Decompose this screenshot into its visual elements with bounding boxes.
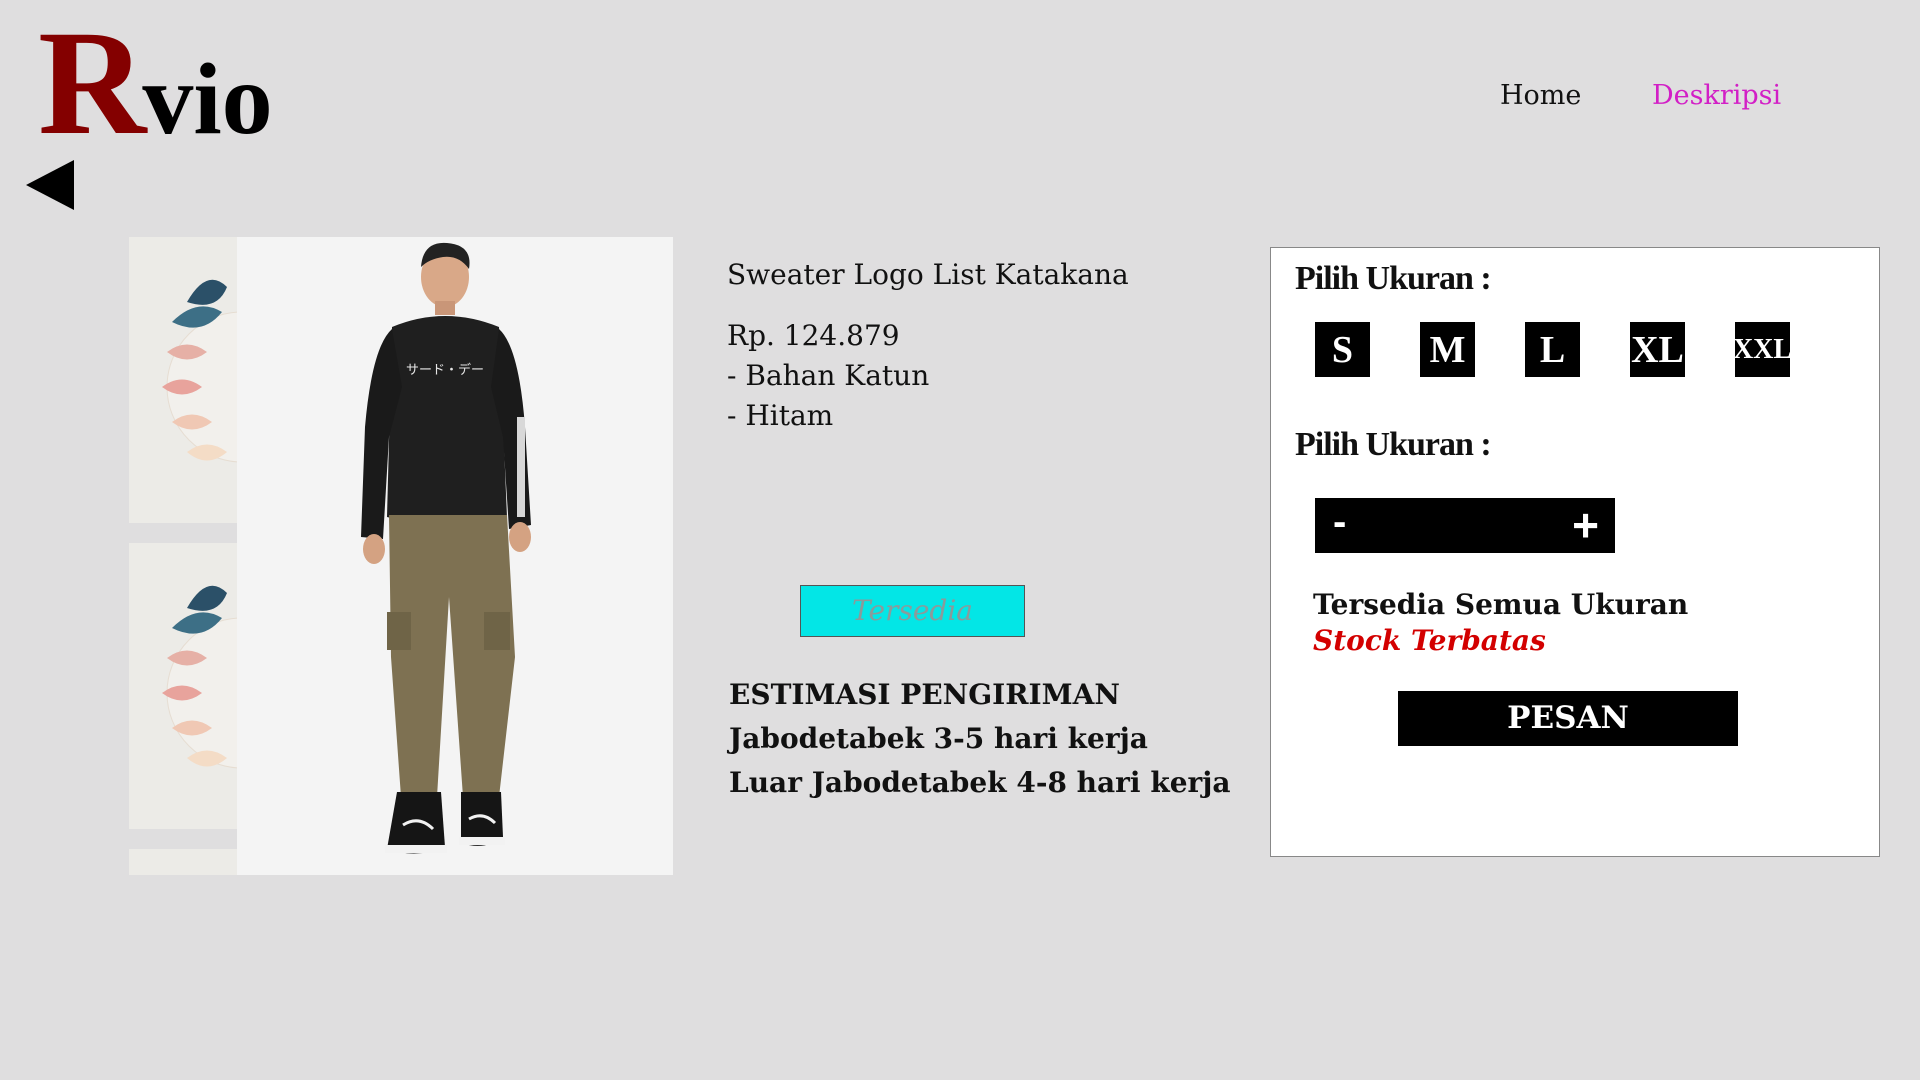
leaf-decoration-icon xyxy=(162,585,237,769)
product-material: - Bahan Katun xyxy=(727,359,930,392)
product-main-image: サード・デー xyxy=(237,237,673,875)
thumbnail-image-3[interactable] xyxy=(129,849,237,875)
logo-initial: R xyxy=(38,0,146,166)
nav-description-link[interactable]: Deskripsi xyxy=(1652,80,1781,111)
leaf-decoration-icon xyxy=(162,279,237,463)
back-arrow-icon[interactable] xyxy=(26,160,74,210)
stock-status-badge: Tersedia xyxy=(800,585,1025,637)
shipping-outside-jabodetabek: Luar Jabodetabek 4-8 hari kerja xyxy=(729,766,1231,799)
product-color: - Hitam xyxy=(727,399,834,432)
size-xxl-button[interactable]: XXL xyxy=(1733,322,1792,377)
shipping-heading: ESTIMASI PENGIRIMAN xyxy=(729,678,1120,711)
product-price: Rp. 124.879 xyxy=(727,319,900,352)
thumbnail-image-2[interactable] xyxy=(129,543,237,829)
quantity-stepper: - + xyxy=(1315,498,1615,553)
logo-text: vio xyxy=(142,43,273,156)
size-xl-button[interactable]: XL xyxy=(1630,322,1685,377)
size-s-button[interactable]: S xyxy=(1315,322,1370,377)
size-heading: Pilih Ukuran : xyxy=(1295,260,1492,297)
order-button[interactable]: PESAN xyxy=(1398,691,1738,746)
availability-text: Tersedia Semua Ukuran xyxy=(1313,588,1689,621)
model-illustration: サード・デー xyxy=(361,242,531,854)
product-title: Sweater Logo List Katakana xyxy=(727,258,1129,291)
quantity-heading: Pilih Ukuran : xyxy=(1295,426,1492,463)
order-panel: Pilih Ukuran : S M L XL XXL Pilih Ukuran… xyxy=(1270,247,1880,857)
size-l-button[interactable]: L xyxy=(1525,322,1580,377)
shirt-print-text: サード・デー xyxy=(406,362,484,378)
size-m-button[interactable]: M xyxy=(1420,322,1475,377)
quantity-increase-button[interactable]: + xyxy=(1572,498,1599,552)
brand-logo[interactable]: Rvio xyxy=(38,8,273,158)
quantity-decrease-button[interactable]: - xyxy=(1333,500,1346,545)
nav-home-link[interactable]: Home xyxy=(1500,80,1581,111)
stock-limited-text: Stock Terbatas xyxy=(1313,624,1546,657)
thumbnail-image-1[interactable] xyxy=(129,237,237,523)
shipping-jabodetabek: Jabodetabek 3-5 hari kerja xyxy=(729,722,1148,755)
